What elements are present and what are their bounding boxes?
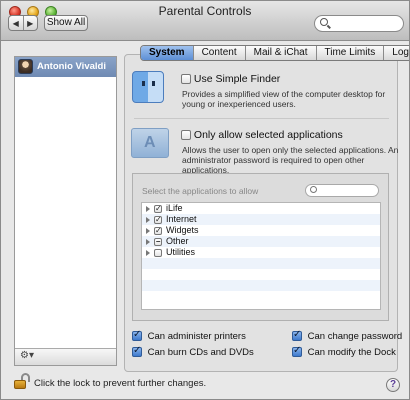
- modify-dock-checkbox[interactable]: [292, 345, 302, 358]
- list-item[interactable]: Widgets: [142, 225, 380, 236]
- administer-printers-option[interactable]: Can administer printers: [132, 329, 246, 342]
- app-label: Internet: [166, 214, 197, 224]
- change-password-checkbox[interactable]: [292, 329, 302, 342]
- administer-printers-label: Can administer printers: [147, 331, 246, 342]
- lock-text: Click the lock to prevent further change…: [34, 378, 207, 389]
- app-label: Other: [166, 236, 189, 246]
- simple-finder-label: Use Simple Finder: [193, 73, 281, 85]
- lock-icon[interactable]: [14, 373, 30, 389]
- simple-finder-option[interactable]: Use Simple Finder: [181, 73, 280, 85]
- tab-content[interactable]: Content: [194, 46, 246, 60]
- disclosure-triangle-icon[interactable]: [146, 216, 150, 223]
- disclosure-triangle-icon[interactable]: [146, 238, 150, 245]
- app-label: Widgets: [166, 225, 199, 235]
- only-selected-apps-checkbox[interactable]: [181, 130, 191, 141]
- list-item[interactable]: iLife: [142, 203, 380, 214]
- only-selected-apps-option[interactable]: Only allow selected applications: [181, 129, 343, 141]
- title-bar: Parental Controls ◀ ▶ Show All: [1, 1, 409, 41]
- tab-mail-ichat[interactable]: Mail & iChat: [246, 46, 317, 60]
- user-list-actions: ⚙▾: [15, 348, 116, 365]
- search-field[interactable]: [314, 15, 404, 32]
- forward-icon[interactable]: ▶: [24, 16, 38, 30]
- modify-dock-option[interactable]: Can modify the Dock: [292, 345, 396, 358]
- list-item: [142, 280, 380, 291]
- applications-list[interactable]: iLife Internet Widgets Other Utilities: [141, 202, 381, 310]
- parental-controls-window: Parental Controls ◀ ▶ Show All Antonio V…: [0, 0, 410, 400]
- applications-box-header: Select the applications to allow: [142, 186, 259, 196]
- list-item: [142, 291, 380, 302]
- list-item: [142, 269, 380, 280]
- show-all-button[interactable]: Show All: [44, 15, 88, 31]
- app-checkbox[interactable]: [154, 248, 162, 257]
- simple-finder-description-line1: Provides a simplified view of the comput…: [182, 89, 386, 99]
- change-password-option[interactable]: Can change password: [292, 329, 403, 342]
- app-checkbox[interactable]: [154, 214, 162, 225]
- list-item[interactable]: Internet: [142, 214, 380, 225]
- app-checkbox[interactable]: [154, 225, 162, 236]
- gear-menu-icon[interactable]: ⚙▾: [20, 350, 34, 361]
- app-checkbox[interactable]: [154, 203, 162, 214]
- app-checkbox[interactable]: [154, 236, 162, 247]
- burn-cds-label: Can burn CDs and DVDs: [147, 347, 254, 358]
- applications-box: Select the applications to allow iLife I…: [132, 173, 389, 321]
- back-icon[interactable]: ◀: [9, 16, 24, 30]
- simple-finder-checkbox[interactable]: [181, 74, 191, 85]
- search-icon: [310, 186, 317, 193]
- tab-logs[interactable]: Logs: [384, 46, 409, 60]
- change-password-label: Can change password: [307, 331, 403, 342]
- user-list[interactable]: Antonio Vivaldi ⚙▾: [14, 56, 117, 366]
- disclosure-triangle-icon[interactable]: [146, 227, 150, 234]
- burn-cds-checkbox[interactable]: [132, 345, 142, 358]
- tab-bar: System Content Mail & iChat Time Limits …: [140, 45, 409, 61]
- disclosure-triangle-icon[interactable]: [146, 249, 150, 256]
- avatar: [18, 59, 33, 74]
- finder-icon: [132, 71, 164, 103]
- only-selected-apps-description-line2: administrator password is required to op…: [182, 155, 365, 175]
- applications-search-input[interactable]: [305, 184, 379, 197]
- list-item: [142, 258, 380, 269]
- tab-time-limits[interactable]: Time Limits: [317, 46, 385, 60]
- tab-system[interactable]: System: [141, 46, 194, 60]
- simple-finder-description-line2: young or inexperienced users.: [182, 99, 296, 109]
- only-selected-apps-description-line1: Allows the user to open only the selecte…: [182, 145, 399, 155]
- user-item-antonio-vivaldi[interactable]: Antonio Vivaldi: [15, 57, 116, 77]
- simple-finder-description: Provides a simplified view of the comput…: [182, 89, 385, 109]
- burn-cds-option[interactable]: Can burn CDs and DVDs: [132, 345, 254, 358]
- modify-dock-label: Can modify the Dock: [307, 347, 396, 358]
- applications-folder-icon: A: [131, 128, 169, 158]
- list-item[interactable]: Utilities: [142, 247, 380, 258]
- back-forward-control: ◀ ▶: [8, 15, 38, 31]
- search-icon: [320, 18, 328, 26]
- app-label: Utilities: [166, 247, 196, 257]
- only-selected-apps-description: Allows the user to open only the selecte…: [182, 145, 409, 175]
- help-button[interactable]: ?: [386, 378, 400, 392]
- app-label: iLife: [166, 203, 183, 213]
- disclosure-triangle-icon[interactable]: [146, 205, 150, 212]
- divider: [134, 118, 389, 119]
- administer-printers-checkbox[interactable]: [132, 329, 142, 342]
- list-item[interactable]: Other: [142, 236, 380, 247]
- only-selected-apps-label: Only allow selected applications: [193, 129, 343, 141]
- user-name: Antonio Vivaldi: [37, 61, 106, 72]
